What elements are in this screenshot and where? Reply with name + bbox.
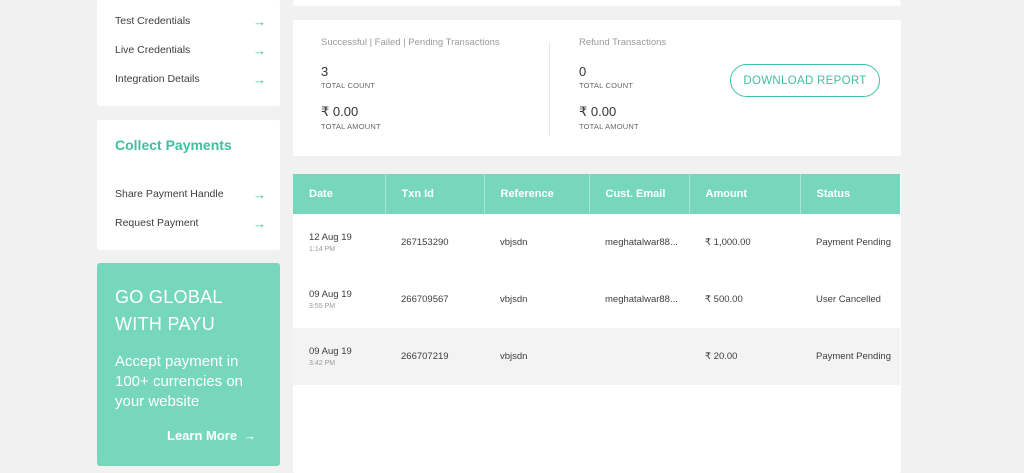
transactions-table-card: Date Txn Id Reference Cust. Email Amount… bbox=[293, 174, 901, 473]
request-payment-label: Request Payment bbox=[115, 217, 199, 229]
table-header-row: Date Txn Id Reference Cust. Email Amount… bbox=[293, 174, 900, 214]
integration-details-label: Integration Details bbox=[115, 73, 200, 85]
promo-description: Accept payment in 100+ currencies on you… bbox=[115, 353, 243, 410]
share-payment-handle-link[interactable]: Share Payment Handle → bbox=[115, 184, 266, 204]
cell-date: 09 Aug 19 3:42 PM bbox=[293, 328, 385, 385]
transactions-amount: ₹ 0.00 bbox=[321, 104, 359, 119]
integration-details-link[interactable]: Integration Details → bbox=[115, 69, 266, 89]
refunds-amount-label: TOTAL AMOUNT bbox=[579, 122, 639, 131]
arrow-right-icon: → bbox=[253, 71, 266, 87]
txn-date: 12 Aug 19 bbox=[309, 232, 352, 243]
column-header-amount[interactable]: Amount bbox=[689, 174, 801, 214]
test-credentials-link[interactable]: Test Credentials → bbox=[115, 11, 266, 31]
live-credentials-label: Live Credentials bbox=[115, 44, 191, 56]
table-row[interactable]: 09 Aug 19 3:42 PM 266707219 vbjsdn ₹ 20.… bbox=[293, 328, 900, 385]
refunds-summary: Refund Transactions 0 TOTAL COUNT ₹ 0.00… bbox=[579, 37, 666, 131]
arrow-right-icon: → bbox=[253, 13, 266, 29]
collect-payments-title: Collect Payments bbox=[115, 137, 232, 153]
cell-date: 09 Aug 19 3:55 PM bbox=[293, 271, 385, 328]
learn-more-label: Learn More bbox=[167, 428, 238, 443]
learn-more-link[interactable]: Learn More → bbox=[167, 428, 256, 443]
refunds-count: 0 bbox=[579, 64, 587, 79]
column-header-cust-email[interactable]: Cust. Email bbox=[589, 174, 690, 214]
column-header-txn-id[interactable]: Txn Id bbox=[385, 174, 485, 214]
refunds-heading: Refund Transactions bbox=[579, 37, 667, 48]
download-report-button[interactable]: DOWNLOAD REPORT bbox=[730, 64, 880, 97]
live-credentials-link[interactable]: Live Credentials → bbox=[115, 40, 266, 60]
refunds-count-label: TOTAL COUNT bbox=[579, 81, 634, 90]
cell-reference: vbjsdn bbox=[484, 328, 589, 385]
cell-date: 12 Aug 19 1:14 PM bbox=[293, 214, 385, 271]
transactions-table: Date Txn Id Reference Cust. Email Amount… bbox=[293, 174, 900, 385]
transaction-summary-card: Successful | Failed | Pending Transactio… bbox=[293, 20, 901, 156]
cell-status: Payment Pending bbox=[816, 237, 891, 248]
go-global-promo: GO GLOBAL WITH PAYU Accept payment in 10… bbox=[97, 263, 280, 466]
table-row[interactable]: 12 Aug 19 1:14 PM 267153290 vbjsdn megha… bbox=[293, 214, 900, 271]
cell-status: Payment Pending bbox=[800, 328, 900, 385]
transactions-heading: Successful | Failed | Pending Transactio… bbox=[321, 37, 500, 48]
cell-status: User Cancelled bbox=[816, 294, 881, 305]
transactions-count-label: TOTAL COUNT bbox=[321, 81, 376, 90]
cell-txn-id: 266709567 bbox=[401, 294, 449, 305]
credentials-card: Test Credentials → Live Credentials → In… bbox=[97, 0, 280, 106]
cell-amount: ₹ 1,000.00 bbox=[705, 237, 751, 248]
txn-date: 09 Aug 19 bbox=[309, 346, 352, 357]
table-row[interactable]: 09 Aug 19 3:55 PM 266709567 vbjsdn megha… bbox=[293, 271, 900, 328]
arrow-right-icon: → bbox=[253, 42, 266, 58]
column-header-reference[interactable]: Reference bbox=[484, 174, 590, 214]
cell-reference: vbjsdn bbox=[500, 237, 528, 248]
transactions-amount-label: TOTAL AMOUNT bbox=[321, 122, 381, 131]
cell-reference: vbjsdn bbox=[500, 294, 528, 305]
cell-email: meghatalwar88... bbox=[605, 237, 678, 248]
previous-card-edge bbox=[293, 0, 901, 6]
summary-divider bbox=[549, 42, 550, 136]
arrow-right-icon: → bbox=[253, 186, 266, 202]
share-payment-handle-label: Share Payment Handle bbox=[115, 188, 224, 200]
request-payment-link[interactable]: Request Payment → bbox=[115, 213, 266, 233]
txn-time: 3:55 PM bbox=[309, 303, 336, 310]
column-header-status[interactable]: Status bbox=[800, 174, 900, 214]
transactions-count: 3 bbox=[321, 64, 329, 79]
txn-time: 3:42 PM bbox=[309, 360, 336, 367]
arrow-right-icon: → bbox=[253, 215, 266, 231]
txn-date: 09 Aug 19 bbox=[309, 289, 352, 300]
transactions-summary: Successful | Failed | Pending Transactio… bbox=[321, 37, 500, 131]
cell-amount: ₹ 20.00 bbox=[689, 328, 800, 385]
arrow-right-icon: → bbox=[243, 428, 257, 443]
txn-time: 1:14 PM bbox=[309, 246, 336, 253]
cell-amount: ₹ 500.00 bbox=[705, 294, 743, 305]
cell-txn-id: 267153290 bbox=[401, 237, 449, 248]
promo-title: GO GLOBAL WITH PAYU bbox=[115, 287, 223, 334]
test-credentials-label: Test Credentials bbox=[115, 15, 191, 27]
collect-payments-card: Collect Payments Share Payment Handle → … bbox=[97, 120, 280, 250]
column-header-date[interactable]: Date bbox=[293, 174, 386, 214]
refunds-amount: ₹ 0.00 bbox=[579, 104, 617, 119]
cell-email bbox=[589, 328, 689, 385]
cell-txn-id: 266707219 bbox=[385, 328, 484, 385]
cell-email: meghatalwar88... bbox=[605, 294, 678, 305]
